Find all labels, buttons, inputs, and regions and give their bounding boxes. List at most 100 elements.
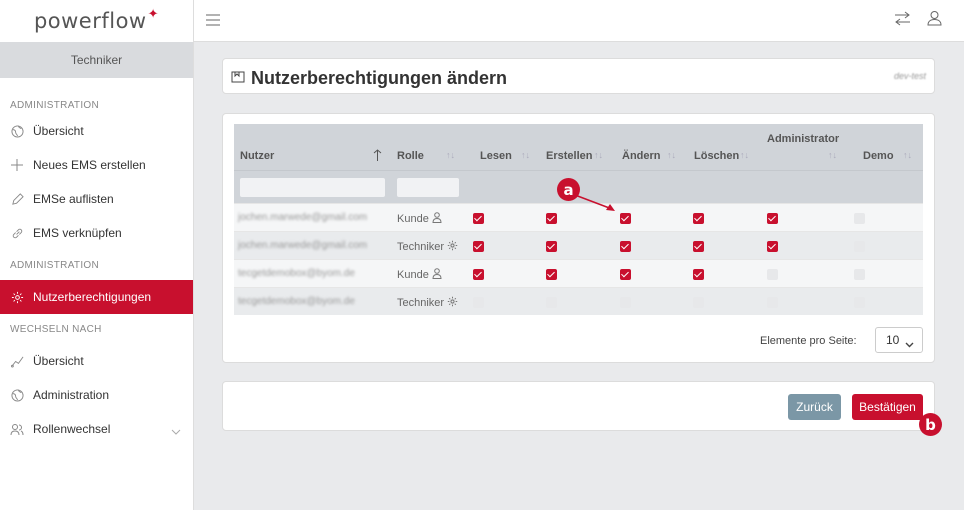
person-icon bbox=[429, 212, 442, 226]
checkbox-demo[interactable] bbox=[854, 213, 865, 224]
link-icon bbox=[10, 226, 24, 240]
checkbox-administrator[interactable] bbox=[767, 297, 778, 308]
user-role: Kunde bbox=[397, 268, 442, 282]
page-size-select[interactable]: 10 bbox=[875, 327, 923, 353]
gear-icon bbox=[444, 240, 458, 254]
nav-rollenwechsel[interactable]: Rollenwechsel bbox=[0, 412, 193, 446]
back-button[interactable]: Zurück bbox=[788, 394, 841, 420]
user-email: jochen.marwede@gmail.com bbox=[238, 212, 368, 223]
page-size-value: 10 bbox=[886, 333, 900, 347]
sort-icon[interactable]: ↑↓ bbox=[828, 150, 837, 160]
user-icon[interactable] bbox=[927, 10, 942, 31]
pencil-icon bbox=[10, 192, 24, 206]
users-icon bbox=[10, 422, 24, 436]
table-row: jochen.marwede@gmail.com Techniker bbox=[234, 231, 923, 259]
user-email: jochen.marwede@gmail.com bbox=[238, 240, 368, 251]
plus-icon bbox=[10, 158, 24, 172]
user-role-label: Techniker bbox=[397, 241, 445, 253]
checkbox-lesen[interactable] bbox=[473, 213, 484, 224]
chevron-down-icon bbox=[905, 337, 914, 351]
table-header: Nutzer Rolle Lesen Erstellen Ändern Lösc… bbox=[234, 124, 923, 170]
user-role-label: Kunde bbox=[397, 269, 429, 281]
sidebar: powerflow ✦ Techniker ADMINISTRATION Über… bbox=[0, 0, 194, 510]
column-header-administrator[interactable]: Administrator bbox=[767, 133, 839, 145]
column-header-demo[interactable]: Demo bbox=[863, 150, 894, 162]
column-header-rolle[interactable]: Rolle bbox=[397, 150, 424, 162]
checkbox-administrator[interactable] bbox=[767, 213, 778, 224]
nav-uebersicht[interactable]: Übersicht bbox=[0, 114, 193, 148]
gear-icon bbox=[444, 296, 458, 310]
section-title: ADMINISTRATION bbox=[10, 100, 100, 111]
nav-ems-verknuepfen[interactable]: EMS verknüpfen bbox=[0, 216, 193, 250]
nav-neues-ems[interactable]: Neues EMS erstellen bbox=[0, 148, 193, 182]
sort-icon[interactable]: ↑↓ bbox=[740, 150, 749, 160]
sort-icon[interactable]: ↑↓ bbox=[903, 150, 912, 160]
rolle-filter-input[interactable] bbox=[397, 178, 459, 197]
current-role: Techniker bbox=[0, 42, 193, 78]
checkbox-erstellen[interactable] bbox=[546, 241, 557, 252]
checkbox-loeschen[interactable] bbox=[693, 241, 704, 252]
chevron-down-icon[interactable] bbox=[171, 424, 181, 438]
sort-up-icon[interactable] bbox=[373, 148, 382, 166]
user-role: Techniker bbox=[397, 240, 458, 254]
checkbox-erstellen[interactable] bbox=[546, 269, 557, 280]
sort-icon[interactable]: ↑↓ bbox=[446, 150, 455, 160]
checkbox-lesen[interactable] bbox=[473, 241, 484, 252]
checkbox-administrator[interactable] bbox=[767, 241, 778, 252]
nav-switch-administration[interactable]: Administration bbox=[0, 378, 193, 412]
book-icon bbox=[231, 70, 245, 89]
nutzer-filter-input[interactable] bbox=[240, 178, 385, 197]
checkbox-loeschen[interactable] bbox=[693, 297, 704, 308]
table-row: tecgetdemobox@byom.de Techniker bbox=[234, 287, 923, 315]
table-row: tecgetdemobox@byom.de Kunde bbox=[234, 259, 923, 287]
person-icon bbox=[429, 268, 442, 282]
logo[interactable]: powerflow ✦ bbox=[0, 0, 193, 42]
checkbox-loeschen[interactable] bbox=[693, 269, 704, 280]
section-title: ADMINISTRATION bbox=[10, 260, 100, 271]
column-header-nutzer[interactable]: Nutzer bbox=[240, 150, 274, 162]
pagination-label: Elemente pro Seite: bbox=[760, 335, 857, 347]
nav-nutzerberechtigungen[interactable]: Nutzerberechtigungen bbox=[0, 280, 193, 314]
nav-switch-uebersicht[interactable]: Übersicht bbox=[0, 344, 193, 378]
checkbox-erstellen[interactable] bbox=[546, 213, 557, 224]
checkbox-lesen[interactable] bbox=[473, 297, 484, 308]
title-card: Nutzerberechtigungen ändern dev-test bbox=[222, 58, 935, 94]
column-header-aendern[interactable]: Ändern bbox=[622, 150, 661, 162]
globe-icon bbox=[10, 388, 24, 402]
checkbox-erstellen[interactable] bbox=[546, 297, 557, 308]
checkbox-administrator[interactable] bbox=[767, 269, 778, 280]
confirm-button[interactable]: Bestätigen bbox=[852, 394, 923, 420]
globe-icon bbox=[10, 124, 24, 138]
checkbox-aendern[interactable] bbox=[620, 241, 631, 252]
switch-arrows-icon[interactable] bbox=[894, 11, 911, 31]
column-header-lesen[interactable]: Lesen bbox=[480, 150, 512, 162]
checkbox-lesen[interactable] bbox=[473, 269, 484, 280]
column-header-erstellen[interactable]: Erstellen bbox=[546, 150, 592, 162]
env-tag: dev-test bbox=[893, 71, 926, 81]
checkbox-demo[interactable] bbox=[854, 269, 865, 280]
user-email: tecgetdemobox@byom.de bbox=[238, 296, 355, 307]
sort-icon[interactable]: ↑↓ bbox=[594, 150, 603, 160]
sort-icon[interactable]: ↑↓ bbox=[667, 150, 676, 160]
checkbox-demo[interactable] bbox=[854, 297, 865, 308]
annotation-arrow bbox=[574, 194, 615, 211]
user-email: tecgetdemobox@byom.de bbox=[238, 268, 355, 279]
sort-icon[interactable]: ↑↓ bbox=[521, 150, 530, 160]
gear-icon bbox=[10, 290, 24, 304]
checkbox-loeschen[interactable] bbox=[693, 213, 704, 224]
user-role-label: Techniker bbox=[397, 297, 445, 309]
column-header-loeschen[interactable]: Löschen bbox=[694, 150, 739, 162]
permissions-table: Nutzer Rolle Lesen Erstellen Ändern Lösc… bbox=[234, 124, 923, 316]
hamburger-icon[interactable] bbox=[206, 13, 220, 31]
section-title: WECHSELN NACH bbox=[10, 324, 102, 335]
annotation-badge-b: b bbox=[919, 413, 942, 436]
permissions-card: Nutzer Rolle Lesen Erstellen Ändern Lösc… bbox=[222, 113, 935, 363]
checkbox-demo[interactable] bbox=[854, 241, 865, 252]
checkbox-aendern[interactable] bbox=[620, 269, 631, 280]
nav-emse-auflisten[interactable]: EMSe auflisten bbox=[0, 182, 193, 216]
checkbox-aendern[interactable] bbox=[620, 297, 631, 308]
chart-icon bbox=[10, 354, 24, 368]
user-role: Techniker bbox=[397, 296, 458, 310]
action-card: Zurück Bestätigen bbox=[222, 381, 935, 431]
user-role-label: Kunde bbox=[397, 213, 429, 225]
